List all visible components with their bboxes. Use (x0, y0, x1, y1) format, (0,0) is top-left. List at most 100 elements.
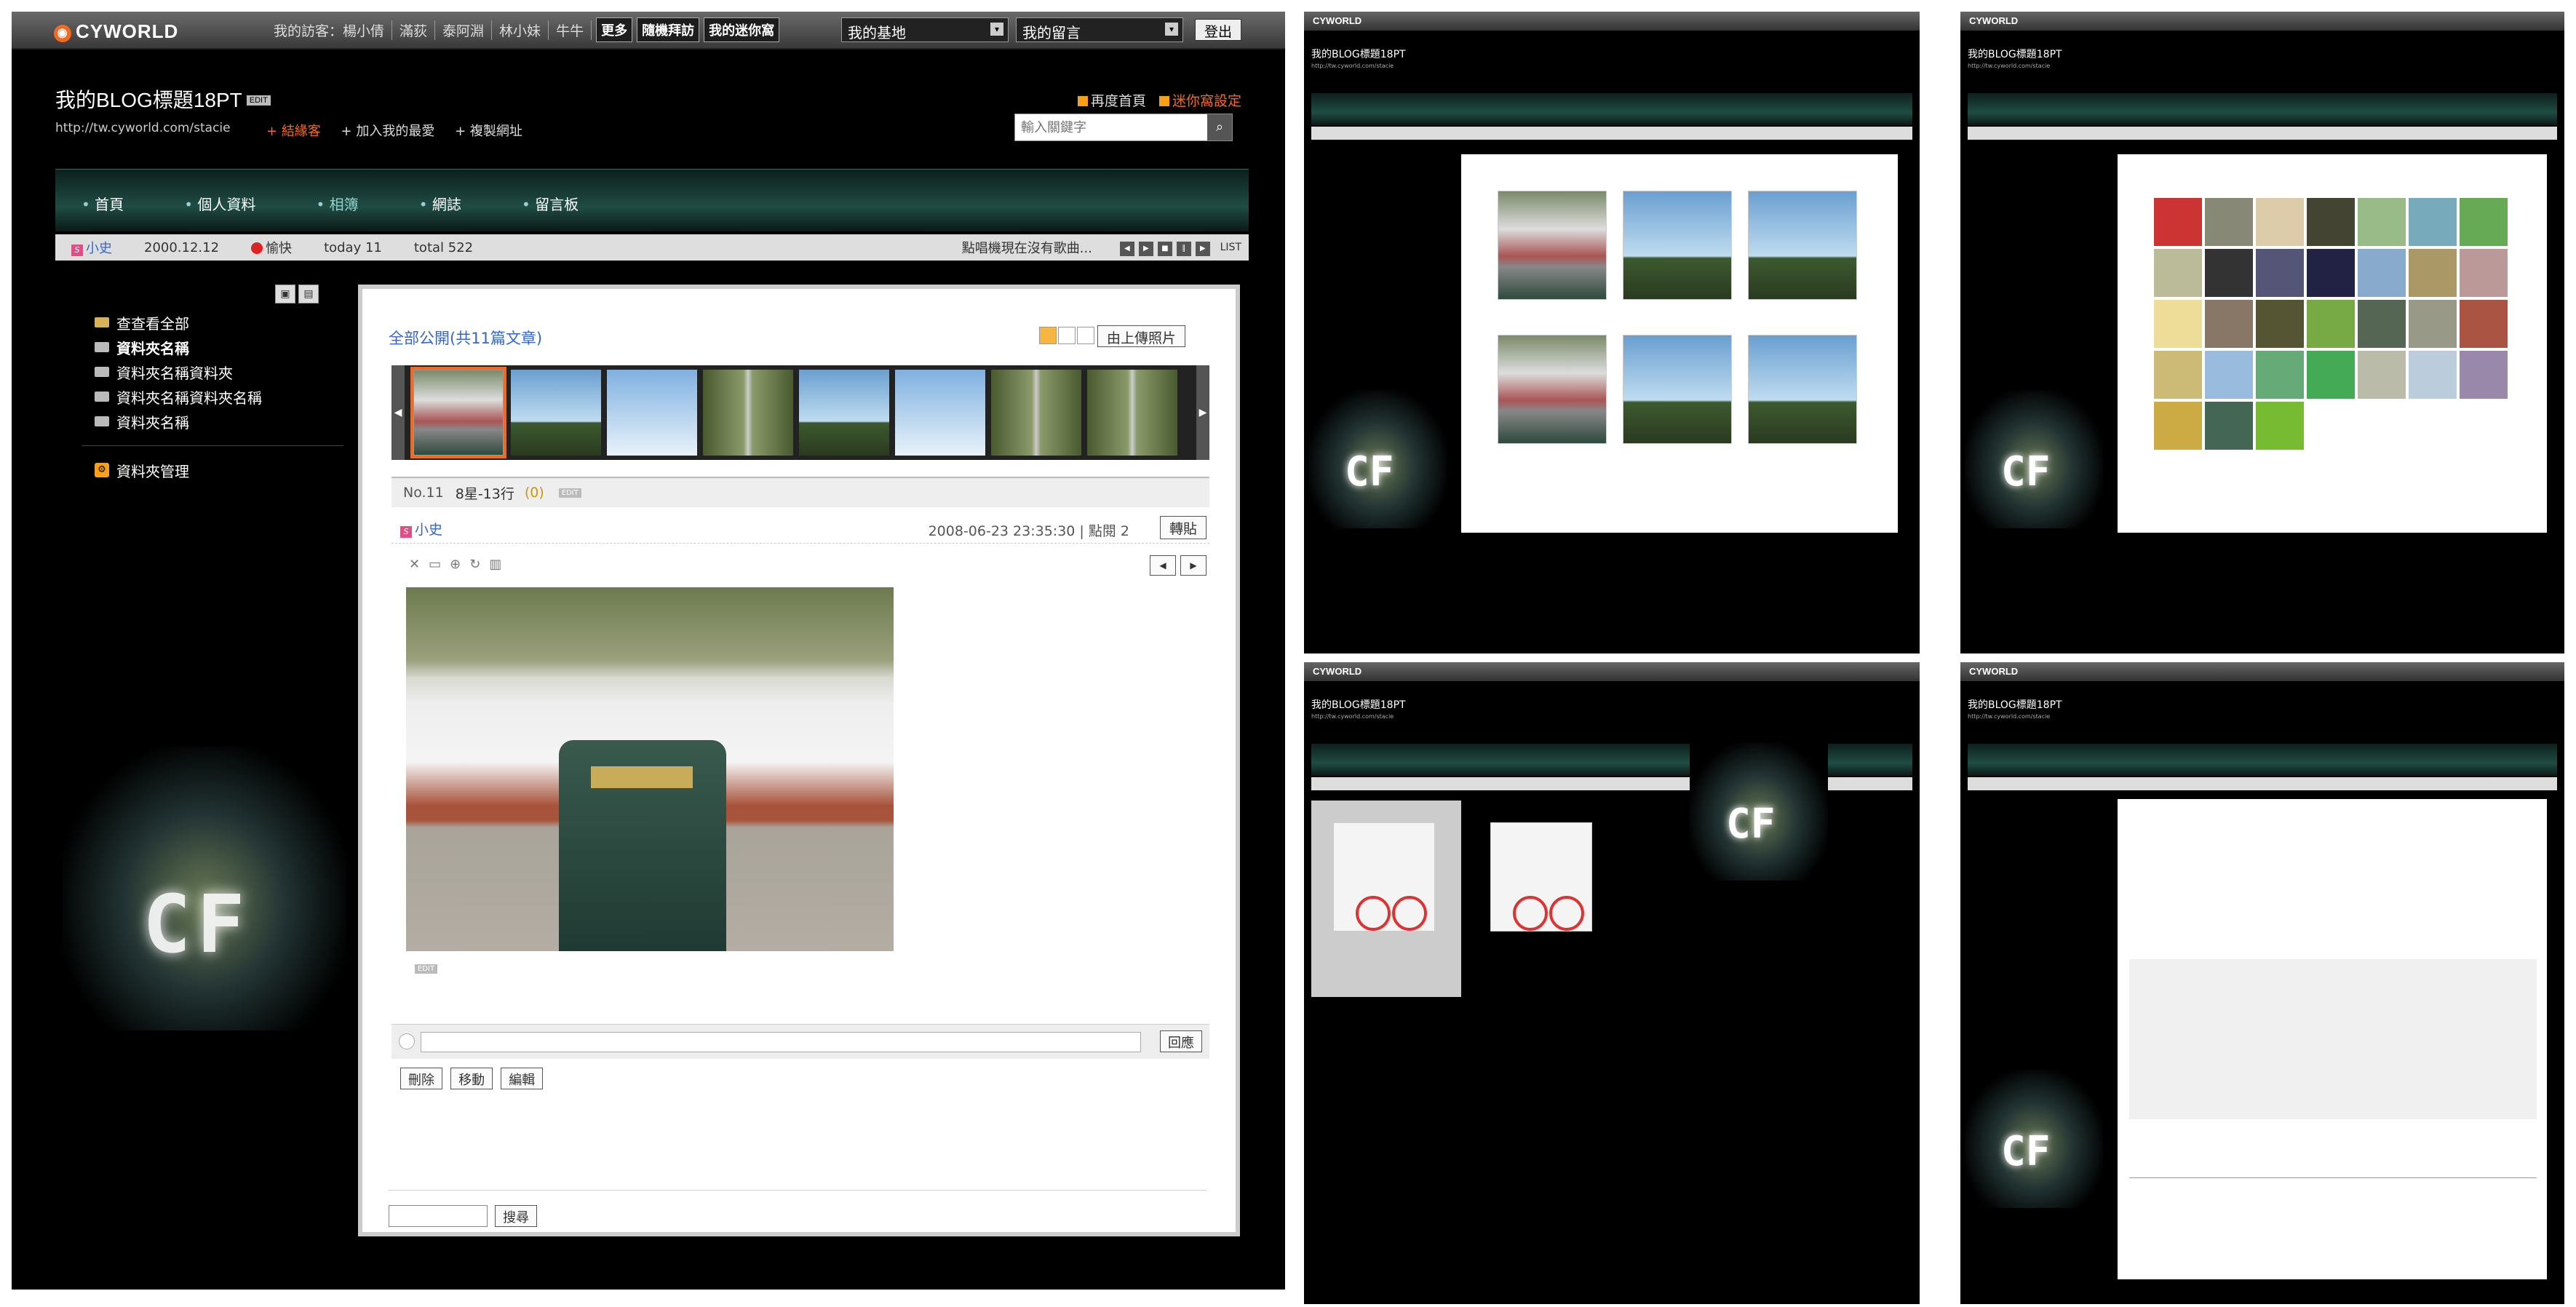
info-bar: S 小史 2000.12.12 愉快 today 11 total 522 點唱機… (55, 234, 1249, 261)
reply-button[interactable]: 回應 (1160, 1030, 1202, 1052)
author-link[interactable]: S 小史 (400, 519, 442, 539)
grid-thumbnail[interactable] (1623, 335, 1732, 444)
grid-thumbnail[interactable] (1623, 191, 1732, 300)
thumbnail[interactable] (703, 370, 793, 456)
logout-button[interactable]: 登出 (1194, 19, 1241, 41)
photo-edit-tag[interactable]: EDIT (415, 964, 438, 974)
friend-link[interactable]: + 結緣客 (266, 124, 321, 139)
random-visit-button[interactable]: 隨機拜訪 (637, 17, 700, 42)
my-nest-button[interactable]: 我的迷你窩 (704, 17, 780, 42)
album-title[interactable]: 全部公開(共11篇文章) (389, 327, 542, 349)
copy-url-link[interactable]: + 複製網址 (455, 124, 522, 139)
upload-photo-button[interactable]: 由上傳照片 (1097, 325, 1186, 347)
detail-view-icon[interactable] (1077, 327, 1094, 344)
mini-menu (1311, 93, 1912, 125)
post-list-divider (2129, 1177, 2537, 1178)
thumbnail[interactable] (1087, 370, 1177, 456)
home-link[interactable]: 再度首頁 (1077, 93, 1146, 109)
cyworld-logo[interactable]: ◉ CYWORLD (54, 20, 178, 43)
album-search-button[interactable]: 搜尋 (495, 1205, 537, 1227)
delete-button[interactable]: 刪除 (400, 1068, 442, 1089)
save-icon[interactable]: ▥ (489, 557, 501, 572)
repost-button[interactable]: 轉貼 (1159, 516, 1206, 539)
add-favorite-link[interactable]: + 加入我的最愛 (341, 124, 435, 139)
user-icon: S (71, 245, 83, 256)
list-view-icon[interactable] (1058, 327, 1076, 344)
grid-thumbnail[interactable] (1748, 191, 1857, 300)
next-photo-icon[interactable]: ▶ (1180, 555, 1206, 576)
post-meta: S 小史 2008-06-23 23:35:30 | 點閱 2 轉貼 (391, 515, 1209, 544)
post-number: No.11 (403, 485, 444, 501)
comment-input[interactable] (421, 1032, 1141, 1052)
cf-logo-image: CF (143, 878, 251, 971)
grid-thumbnail[interactable] (1498, 335, 1607, 444)
edit-button[interactable]: 編輯 (501, 1068, 544, 1089)
sidebar-item-manage[interactable]: ⚙ 資料夾管理 (67, 458, 343, 482)
thumbnail[interactable] (607, 370, 697, 456)
cyworld-logo[interactable]: CYWORLD (1313, 15, 1361, 26)
cyworld-logo[interactable]: CYWORLD (1969, 15, 2018, 26)
post-edit-tag[interactable]: EDIT (558, 488, 581, 498)
next-icon[interactable]: ▶ (1195, 242, 1210, 256)
search-icon[interactable]: ⌕ (1207, 114, 1232, 140)
prev-photo-icon[interactable]: ◀ (1150, 555, 1176, 576)
strip-left-arrow-icon[interactable]: ◀ (391, 365, 405, 460)
menu-guestbook[interactable]: 留言板 (522, 193, 579, 214)
visitor-item[interactable]: 牛牛 (549, 20, 592, 40)
base-select[interactable]: 我的基地 ▾ (841, 17, 1009, 42)
cyworld-logo[interactable]: CYWORLD (1313, 666, 1361, 677)
grid-thumbnail[interactable] (1748, 335, 1857, 444)
visitor-item[interactable]: 泰阿淵 (435, 20, 493, 40)
search-input[interactable] (1015, 114, 1204, 140)
prev-icon[interactable]: ◀ (1119, 242, 1134, 256)
emoticon-icon[interactable] (399, 1033, 415, 1049)
thumbnail[interactable] (410, 367, 506, 458)
stop-icon[interactable]: ■ (1157, 242, 1172, 256)
list-view-icon[interactable]: ▤ (298, 285, 319, 303)
move-button[interactable]: 移動 (450, 1068, 493, 1089)
zoom-icon[interactable]: ⊕ (450, 557, 461, 572)
menu-album[interactable]: 相簿 (317, 193, 359, 214)
sidebar-item-folder[interactable]: 資料夾名稱資料夾名稱 (67, 384, 343, 409)
photo-tools: ✕ ▭ ⊕ ↻ ▥ (409, 557, 510, 572)
thumbnail[interactable] (511, 370, 601, 456)
strip-right-arrow-icon[interactable]: ▶ (1196, 365, 1209, 460)
pause-icon[interactable]: ∥ (1176, 242, 1191, 256)
edit-title-button[interactable]: EDIT (246, 95, 271, 106)
skin-hallway-image: CF (1965, 1070, 2103, 1208)
settings-link[interactable]: 迷你窩設定 (1158, 93, 1241, 109)
sidebar-item-folder[interactable]: 資料夾名稱資料夾 (67, 359, 343, 384)
folder-view-icon[interactable]: ▣ (275, 285, 295, 303)
blog-url[interactable]: http://tw.cyworld.com/stacie (55, 121, 231, 135)
menu-profile[interactable]: 個人資料 (184, 193, 255, 214)
menu-blog[interactable]: 網誌 (419, 193, 461, 214)
close-icon[interactable]: ✕ (409, 557, 420, 572)
mini-blog-title: 我的BLOG標題18PT (1968, 699, 2062, 711)
album-search-input[interactable] (389, 1205, 488, 1227)
list-button[interactable]: LIST (1220, 242, 1241, 253)
sidebar-item-folder[interactable]: 資料夾名稱 (67, 409, 343, 434)
thumbnail[interactable] (991, 370, 1081, 456)
photo-mosaic[interactable] (2152, 196, 2509, 502)
visitor-item[interactable]: 滿荻 (392, 20, 436, 40)
sidebar-item-all[interactable]: 查查看全部 (67, 310, 343, 335)
camera-icon[interactable]: ▭ (429, 557, 441, 572)
rotate-icon[interactable]: ↻ (469, 557, 480, 572)
grid-view-icon[interactable] (1039, 327, 1057, 344)
play-icon[interactable]: ▶ (1138, 242, 1153, 256)
menu-home[interactable]: 首頁 (82, 193, 124, 214)
thumbnail[interactable] (799, 370, 889, 456)
thumbnail[interactable] (895, 370, 985, 456)
mood-icon (251, 242, 263, 254)
mini-menu (1968, 744, 2557, 776)
message-select[interactable]: 我的留言 ▾ (1016, 17, 1183, 42)
music-status: 點唱機現在沒有歌曲... (961, 241, 1092, 256)
chevron-down-icon: ▾ (990, 23, 1003, 36)
visitor-label[interactable]: 我的訪客：楊小倩 (266, 20, 393, 40)
owner-name[interactable]: S 小史 (55, 238, 128, 257)
more-button[interactable]: 更多 (596, 17, 633, 42)
visitor-item[interactable]: 林小妹 (492, 20, 549, 40)
cyworld-logo[interactable]: CYWORLD (1969, 666, 2018, 677)
grid-thumbnail[interactable] (1498, 191, 1607, 300)
sidebar-item-folder[interactable]: 資料夾名稱 (67, 335, 343, 359)
